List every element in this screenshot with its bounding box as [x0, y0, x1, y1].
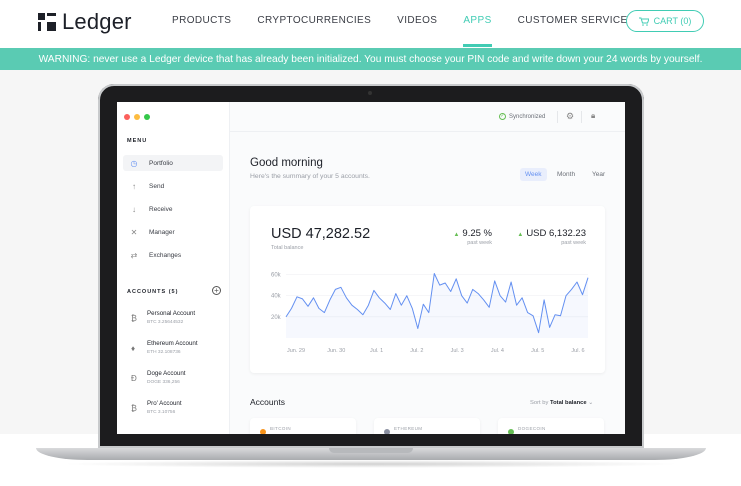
x-tick-label: Jun. 29 — [287, 348, 305, 354]
sync-label: Synchronized — [509, 113, 546, 120]
sync-status: ✓ Synchronized — [499, 113, 545, 120]
account-item-personal[interactable]: ₿ Personal Account BTC 3.25644532 — [131, 310, 226, 332]
account-balance: BTC 3.10756 — [147, 410, 176, 415]
cart-label: CART (0) — [653, 16, 692, 26]
cart-icon — [638, 17, 649, 26]
nav-customer-service[interactable]: CUSTOMER SERVICE — [518, 15, 628, 26]
menu-item-label: Exchanges — [149, 251, 182, 259]
cart-button[interactable]: CART (0) — [626, 10, 704, 32]
nav-apps[interactable]: APPS — [463, 15, 492, 47]
bitcoin-icon — [260, 429, 266, 434]
add-account-icon[interactable]: + — [212, 286, 221, 295]
menu-title: MENU — [127, 138, 148, 144]
exchange-icon: ⇄ — [130, 250, 138, 260]
menu-item-label: Portfolio — [149, 159, 173, 167]
greeting-title: Good morning — [250, 157, 323, 169]
menu-item-exchanges[interactable]: ⇄ Exchanges — [123, 247, 223, 263]
receive-icon: ↓ — [132, 204, 136, 214]
x-tick-label: Jul. 2 — [410, 348, 423, 354]
window-controls — [124, 114, 150, 120]
logo[interactable]: Ledger — [38, 9, 132, 35]
dogecoin-icon — [508, 429, 514, 434]
x-tick-label: Jul. 4 — [491, 348, 504, 354]
menu-item-label: Send — [149, 182, 165, 190]
nav-products[interactable]: PRODUCTS — [172, 15, 231, 26]
app-screen: MENU ◷ Portfolio ↑ Send ↓ Receive ✕ Mana… — [117, 102, 625, 434]
maximize-dot-icon[interactable] — [144, 114, 150, 120]
period-month[interactable]: Month — [552, 168, 580, 181]
account-card-bitcoin[interactable]: BITCOIN — [250, 418, 356, 434]
x-tick-label: Jul. 6 — [571, 348, 584, 354]
account-item-doge[interactable]: Ð Doge Account DOGE 336,256 — [131, 370, 226, 392]
summary-text: Here's the summary of your 5 accounts. — [250, 173, 370, 180]
clock-icon: ◷ — [130, 158, 138, 168]
sort-value: Total balance — [550, 400, 587, 406]
laptop-shadow — [60, 460, 682, 468]
gear-icon[interactable]: ⚙ — [566, 111, 574, 122]
app-sidebar: MENU ◷ Portfolio ↑ Send ↓ Receive ✕ Mana… — [117, 102, 230, 434]
menu-item-send[interactable]: ↑ Send — [123, 178, 223, 194]
menu-item-label: Manager — [149, 228, 175, 236]
send-icon: ↑ — [132, 181, 136, 191]
menu-item-manager[interactable]: ✕ Manager — [123, 224, 223, 240]
ethereum-icon — [384, 429, 390, 434]
menu-item-portfolio[interactable]: ◷ Portfolio — [123, 155, 223, 171]
balance-card: USD 47,282.52 Total balance ▲ 9.25 % past… — [250, 206, 605, 373]
menu-item-label: Receive — [149, 205, 173, 213]
main-nav: PRODUCTS CRYPTOCURRENCIES VIDEOS APPS CU… — [172, 15, 654, 47]
period-year[interactable]: Year — [587, 168, 610, 181]
page: Ledger PRODUCTS CRYPTOCURRENCIES VIDEOS … — [0, 0, 741, 486]
chevron-down-icon: ⌄ — [588, 400, 594, 406]
account-name: Personal Account — [147, 310, 196, 317]
account-card-dogecoin[interactable]: DOGECOIN — [498, 418, 604, 434]
account-name: Pro' Account — [147, 400, 182, 407]
accounts-title: ACCOUNTS (5) — [127, 289, 179, 295]
ethereum-icon: ♦ — [131, 344, 136, 353]
menu-item-receive[interactable]: ↓ Receive — [123, 201, 223, 217]
divider — [581, 111, 582, 123]
account-name: Ethereum Account — [147, 340, 198, 347]
nav-videos[interactable]: VIDEOS — [397, 15, 437, 26]
account-balance: ETH 32.108736 — [147, 350, 181, 355]
account-card-label: BITCOIN — [270, 426, 292, 431]
accounts-heading: Accounts — [250, 397, 285, 407]
sort-control[interactable]: Sort by Total balance ⌄ — [530, 400, 593, 406]
check-icon: ✓ — [499, 113, 506, 120]
warning-banner: WARNING: never use a Ledger device that … — [0, 48, 741, 70]
dogecoin-icon: Ð — [131, 374, 137, 383]
ledger-logo-icon — [38, 13, 56, 31]
tools-icon: ✕ — [130, 227, 138, 237]
x-tick-label: Jun. 30 — [327, 348, 345, 354]
x-tick-label: Jul. 5 — [531, 348, 544, 354]
nav-cryptocurrencies[interactable]: CRYPTOCURRENCIES — [257, 15, 371, 26]
balance-chart: 60k 40k 20k Jun. 29 Jun. 30 Jul. 1 Jul. 2 Jul. … — [271, 273, 589, 354]
account-item-pro[interactable]: ₿ Pro' Account BTC 3.10756 — [131, 400, 226, 422]
divider — [557, 111, 558, 123]
account-balance: DOGE 336,256 — [147, 380, 180, 385]
camera-icon — [368, 91, 372, 95]
sort-prefix: Sort by — [530, 400, 549, 406]
minimize-dot-icon[interactable] — [134, 114, 140, 120]
site-header: Ledger PRODUCTS CRYPTOCURRENCIES VIDEOS … — [0, 0, 741, 48]
close-dot-icon[interactable] — [124, 114, 130, 120]
y-tick-label: 60k — [271, 273, 282, 279]
account-card-label: ETHEREUM — [394, 426, 423, 431]
account-card-ethereum[interactable]: ETHEREUM — [374, 418, 480, 434]
account-card-label: DOGECOIN — [518, 426, 546, 431]
account-balance: BTC 3.25644532 — [147, 320, 184, 325]
account-name: Doge Account — [147, 370, 186, 377]
bitcoin-icon: ₿ — [131, 404, 137, 413]
laptop-notch — [329, 448, 413, 453]
logo-text: Ledger — [62, 9, 132, 34]
bitcoin-icon: ₿ — [131, 314, 137, 323]
y-tick-label: 20k — [271, 315, 282, 321]
x-tick-label: Jul. 1 — [370, 348, 383, 354]
y-tick-label: 40k — [271, 294, 282, 300]
period-week[interactable]: Week — [520, 168, 547, 181]
account-item-ethereum[interactable]: ♦ Ethereum Account ETH 32.108736 — [131, 340, 226, 362]
lock-icon[interactable]: 🔒︎ — [591, 111, 595, 121]
x-tick-label: Jul. 3 — [451, 348, 464, 354]
